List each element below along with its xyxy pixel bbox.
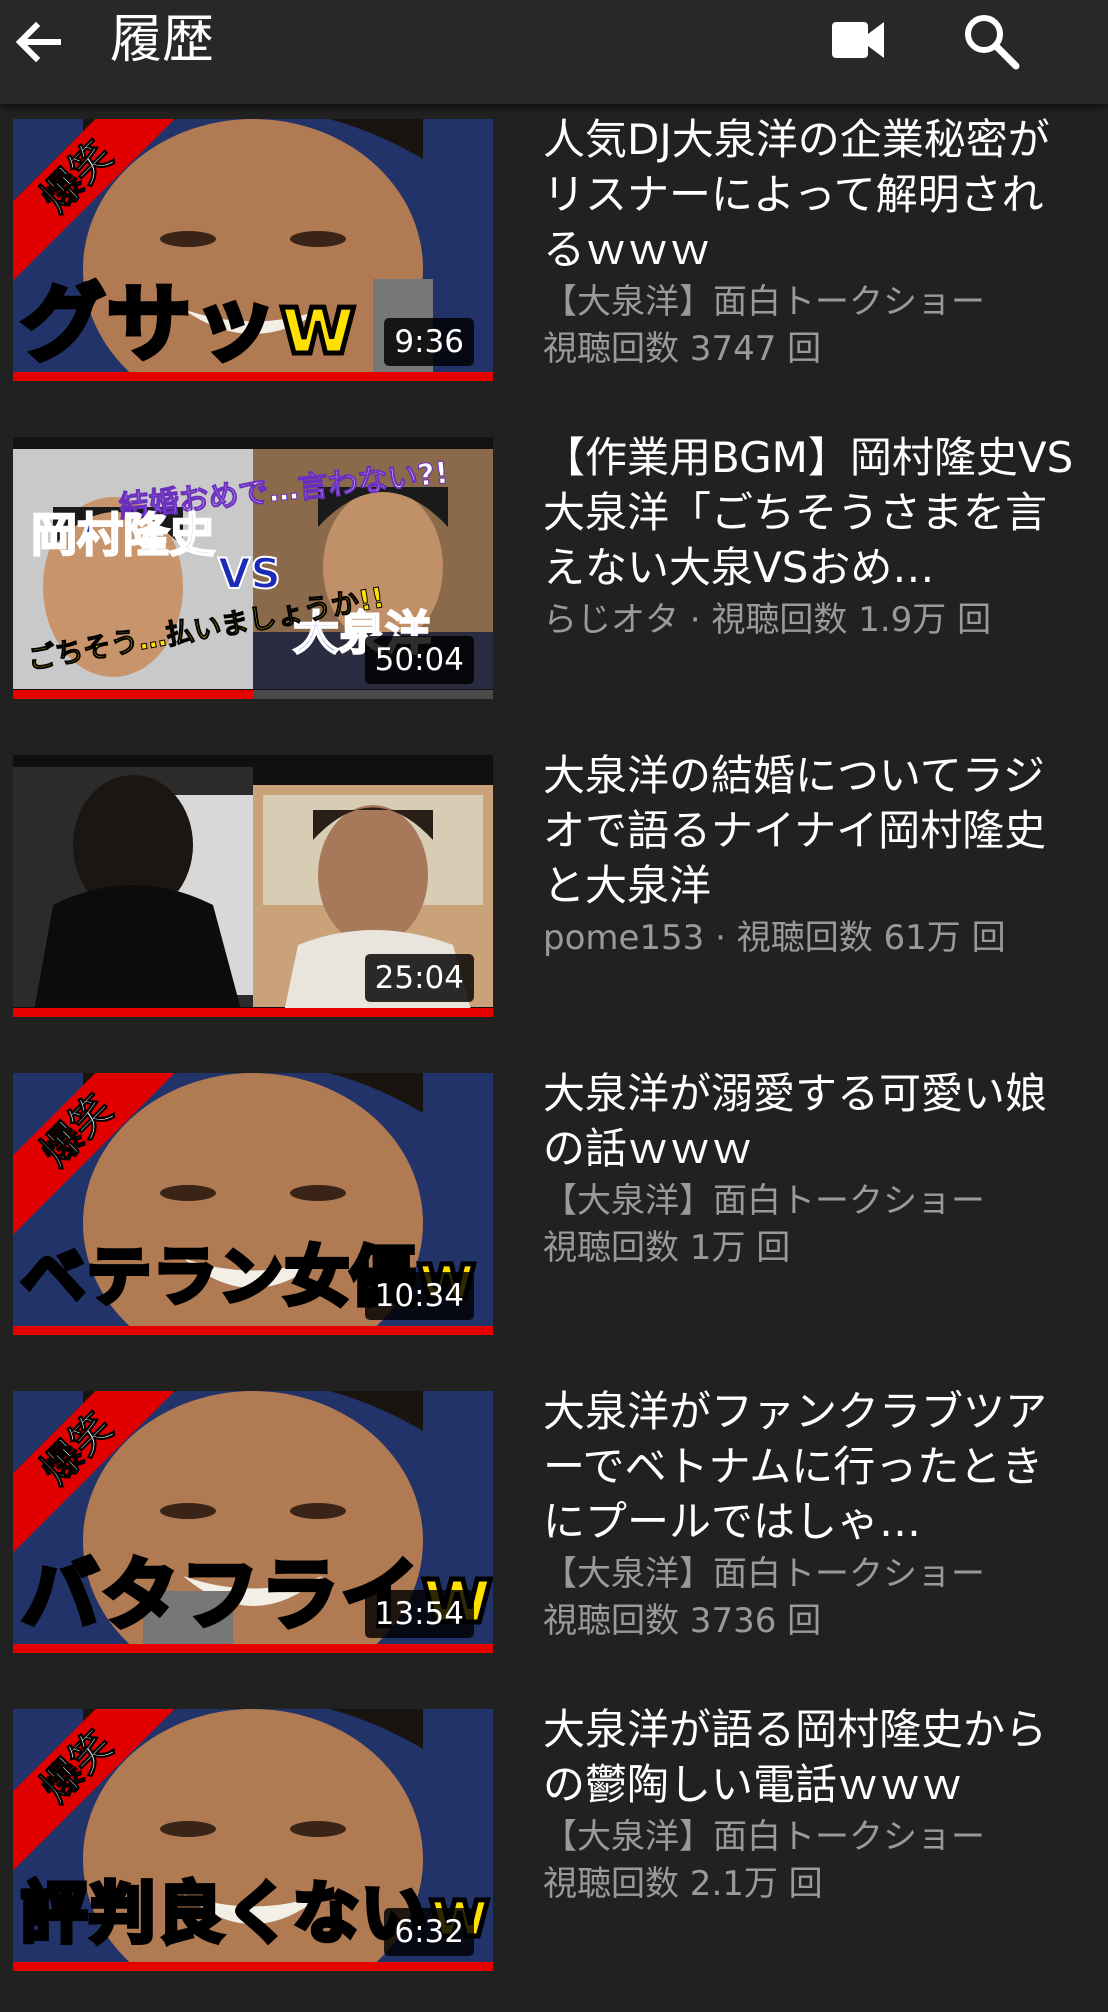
video-title[interactable]: 人気DJ大泉洋の企業秘密がリスナーによって解明されるｗｗｗ <box>543 112 1083 277</box>
channel-name: 【大泉洋】面白トークショー <box>543 1817 985 1857</box>
video-title[interactable]: 大泉洋の結婚についてラジオで語るナイナイ岡村隆史と大泉洋 <box>543 748 1083 913</box>
watch-progress <box>13 1644 493 1653</box>
video-title[interactable]: 【作業用BGM】岡村隆史VS大泉洋「ごちそうさまを言えない大泉VSおめ… <box>543 430 1083 595</box>
video-thumbnail[interactable]: 爆笑 評判良くないw 6:32 <box>13 1709 493 1971</box>
video-thumbnail[interactable]: 爆笑 ベテラン女優w 10:34 <box>13 1073 493 1335</box>
view-count: 視聴回数 3747 回 <box>543 329 822 369</box>
duration-badge: 13:54 <box>364 1590 474 1638</box>
arrow-back-icon[interactable] <box>8 12 68 72</box>
video-thumbnail[interactable]: 25:04 <box>13 755 493 1017</box>
watch-progress-fill <box>13 372 493 381</box>
duration-badge: 25:04 <box>364 954 474 1002</box>
video-thumbnail[interactable]: 爆笑 バタフライw 13:54 <box>13 1391 493 1653</box>
list-item[interactable]: 結婚おめで…言わない?! 岡村隆史 VS 大泉洋 ごちそう…払いましょうか!! … <box>0 422 1108 740</box>
video-title[interactable]: 大泉洋が語る岡村隆史からの鬱陶しい電話ｗｗｗ <box>543 1702 1083 1812</box>
watch-progress-fill <box>13 1644 493 1653</box>
channel-name: 【大泉洋】面白トークショー <box>543 282 985 322</box>
watch-progress-fill <box>13 690 253 699</box>
watch-progress <box>13 372 493 381</box>
watch-progress <box>13 690 493 699</box>
video-thumbnail[interactable]: 爆笑 グサッw 9:36 <box>13 119 493 381</box>
thumbnail-name-left: 岡村隆史 <box>30 507 216 563</box>
watch-progress-fill <box>13 1326 493 1335</box>
watch-progress-fill <box>13 1008 493 1017</box>
view-count: 視聴回数 3736 回 <box>543 1601 822 1641</box>
list-item[interactable]: 爆笑 バタフライw 13:54 大泉洋がファンクラブツアーでベトナムに行ったとき… <box>0 1376 1108 1694</box>
view-count: 視聴回数 1万 回 <box>543 1228 791 1268</box>
duration-badge: 6:32 <box>384 1908 474 1956</box>
channel-and-views: らじオタ · 視聴回数 1.9万 回 <box>543 600 992 640</box>
watch-progress <box>13 1962 493 1971</box>
list-item[interactable]: 25:04 大泉洋の結婚についてラジオで語るナイナイ岡村隆史と大泉洋 pome1… <box>0 740 1108 1058</box>
watch-progress-fill <box>13 1962 493 1971</box>
channel-name: 【大泉洋】面白トークショー <box>543 1181 985 1221</box>
duration-badge: 9:36 <box>384 318 474 366</box>
duration-badge: 50:04 <box>364 636 474 684</box>
channel-name: 【大泉洋】面白トークショー <box>543 1554 985 1594</box>
channel-and-views: pome153 · 視聴回数 61万 回 <box>543 918 1006 958</box>
search-icon[interactable] <box>958 8 1024 74</box>
video-title[interactable]: 大泉洋がファンクラブツアーでベトナムに行ったときにプールではしゃ… <box>543 1384 1083 1549</box>
watch-progress <box>13 1008 493 1017</box>
video-thumbnail[interactable]: 結婚おめで…言わない?! 岡村隆史 VS 大泉洋 ごちそう…払いましょうか!! … <box>13 437 493 699</box>
video-camera-icon[interactable] <box>828 14 888 66</box>
thumbnail-vs: VS <box>217 548 282 599</box>
video-title[interactable]: 大泉洋が溺愛する可愛い娘の話ｗｗｗ <box>543 1066 1083 1176</box>
list-item[interactable]: 爆笑 グサッw 9:36 人気DJ大泉洋の企業秘密がリスナーによって解明されるｗ… <box>0 104 1108 422</box>
app-bar: 履歴 <box>0 0 1108 104</box>
watch-progress <box>13 1326 493 1335</box>
page-title: 履歴 <box>110 10 215 70</box>
duration-badge: 10:34 <box>364 1272 474 1320</box>
list-item[interactable]: 爆笑 評判良くないw 6:32 大泉洋が語る岡村隆史からの鬱陶しい電話ｗｗｗ 【… <box>0 1694 1108 2012</box>
thumbnail-banner: グサッw <box>19 275 360 374</box>
list-item[interactable]: 爆笑 ベテラン女優w 10:34 大泉洋が溺愛する可愛い娘の話ｗｗｗ 【大泉洋】… <box>0 1058 1108 1376</box>
view-count: 視聴回数 2.1万 回 <box>543 1864 823 1904</box>
